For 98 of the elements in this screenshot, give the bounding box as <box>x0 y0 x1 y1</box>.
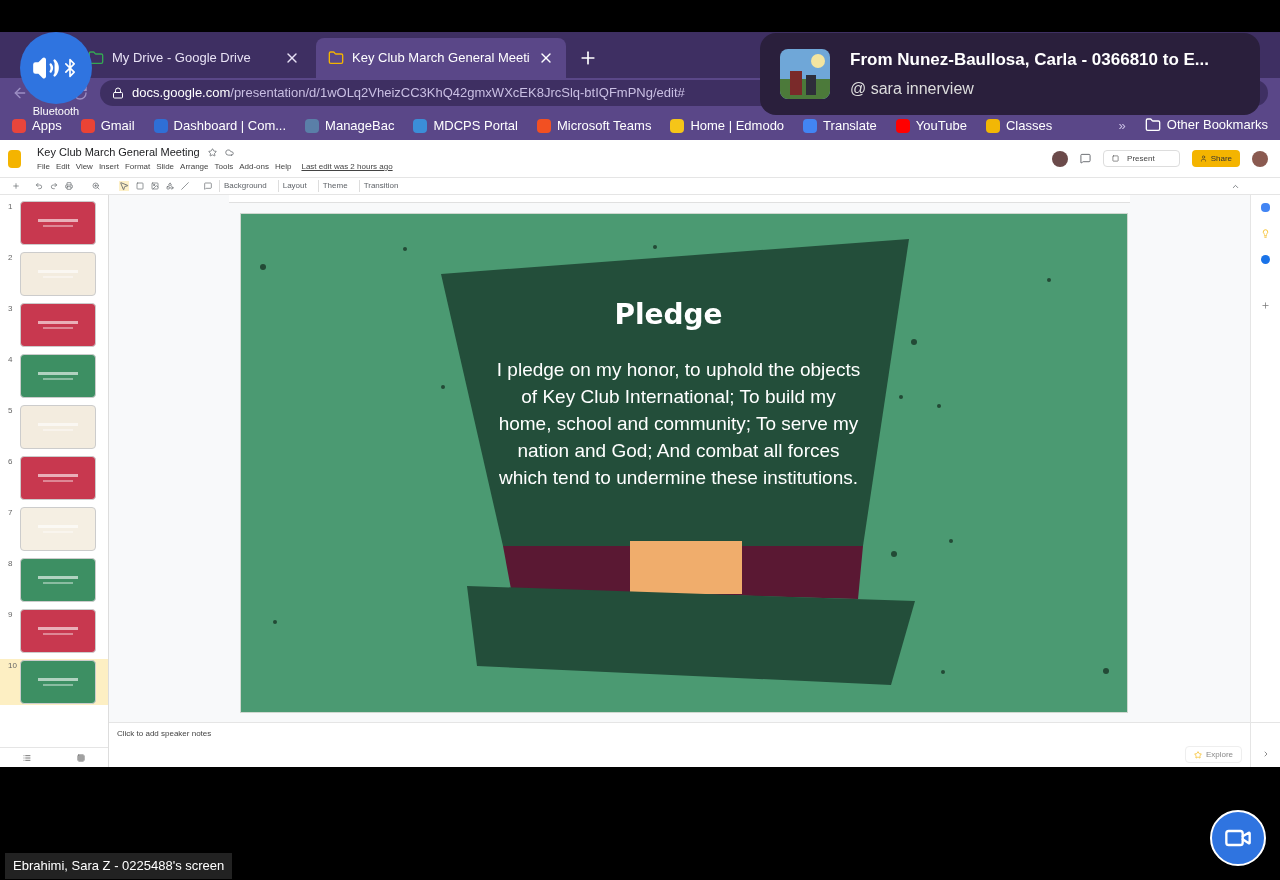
slide-number: 1 <box>8 201 14 213</box>
thumbnail-row[interactable]: 6 <box>0 455 108 501</box>
thumbnail-row[interactable]: 2 <box>0 251 108 297</box>
slide-number: 6 <box>8 456 14 468</box>
notification-title: From Nunez-Baullosa, Carla - 0366810 to E... <box>850 49 1209 72</box>
share-button[interactable]: Share <box>1191 150 1240 167</box>
bookmark[interactable]: Home | Edmodo <box>670 119 785 133</box>
slide-number: 4 <box>8 354 14 366</box>
toolbar-button[interactable]: Background <box>219 180 271 192</box>
explore-button[interactable]: Explore <box>1184 746 1242 763</box>
tab-favicon-icon <box>328 50 344 66</box>
slide-number: 2 <box>8 252 14 264</box>
slide-thumbnail[interactable] <box>20 609 96 653</box>
comment-icon[interactable] <box>1080 153 1092 164</box>
shape-icon[interactable] <box>166 182 174 190</box>
thumbnail-row[interactable]: 3 <box>0 302 108 348</box>
other-bookmarks[interactable]: Other Bookmarks <box>1144 117 1268 133</box>
print-icon[interactable] <box>65 182 73 190</box>
present-button[interactable]: Present <box>1103 150 1180 167</box>
url-text: docs.google.com/presentation/d/1wOLq2VheizCC3KhQ42gmxWXcEK8JrcSlq-btIQFmPNg/edit# <box>132 84 685 103</box>
folder-icon <box>1144 117 1161 133</box>
slide-thumbnail[interactable] <box>20 456 96 500</box>
new-slide-icon[interactable] <box>12 182 20 190</box>
back-icon[interactable] <box>12 85 28 101</box>
avatar-icon <box>1052 150 1069 167</box>
slide-thumbnail[interactable] <box>20 558 96 602</box>
menu-item[interactable]: Insert <box>98 160 119 173</box>
menu-item[interactable]: Add-ons <box>239 160 269 173</box>
comment-icon[interactable] <box>204 182 212 190</box>
star-icon[interactable] <box>207 148 217 157</box>
thumbnail-row[interactable]: 8 <box>0 557 108 603</box>
keep-icon[interactable] <box>1261 229 1270 238</box>
slide-thumbnail[interactable] <box>20 660 96 704</box>
lock-icon <box>112 87 124 99</box>
menu-item[interactable]: Tools <box>214 160 234 173</box>
menu-item[interactable]: Slide <box>156 160 175 173</box>
slide-heading: Pledge <box>614 297 723 333</box>
toolbar-button[interactable]: Layout <box>277 180 311 192</box>
thumbnail-row[interactable]: 4 <box>0 353 108 399</box>
bookmark[interactable]: YouTube <box>895 119 967 133</box>
slide-thumbnail[interactable] <box>20 507 96 551</box>
camera-button[interactable] <box>1210 810 1266 866</box>
toolbar-button[interactable]: Theme <box>317 180 352 192</box>
account-avatar-icon <box>1252 150 1268 167</box>
more-bookmarks-link[interactable]: » <box>1118 119 1126 133</box>
slide-number: 7 <box>8 507 14 519</box>
thumbnail-row[interactable]: 9 <box>0 608 108 654</box>
bookmark[interactable]: Apps <box>12 119 62 133</box>
redo-icon[interactable] <box>50 182 58 190</box>
menu-item[interactable]: File <box>37 160 50 173</box>
speaker-notes-placeholder[interactable]: Click to add speaker notes <box>117 728 1250 740</box>
slide-thumbnail[interactable] <box>20 354 96 398</box>
menu-item[interactable]: Arrange <box>180 160 209 173</box>
zoom-icon[interactable] <box>92 182 100 190</box>
menu-item[interactable]: Edit <box>55 160 70 173</box>
add-on-icon[interactable] <box>1261 301 1270 310</box>
bluetooth-label: Bluetooth <box>32 105 80 117</box>
bookmark[interactable]: Microsoft Teams <box>537 119 652 133</box>
slide-number: 8 <box>8 558 14 570</box>
menu-item[interactable]: Format <box>124 160 151 173</box>
slide-thumbnail[interactable] <box>20 201 96 245</box>
slide-number: 3 <box>8 303 14 315</box>
notification-subtitle: @ sara innerview <box>850 78 975 99</box>
slide-number: 9 <box>8 609 14 621</box>
thumbnail-row[interactable]: 1 <box>0 200 108 246</box>
document-title: Key Club March General Meeting <box>37 145 200 161</box>
slide-number: 5 <box>8 405 14 417</box>
slide-thumbnail[interactable] <box>20 303 96 347</box>
browser-tab[interactable]: Key Club March General Meeti <box>316 38 566 78</box>
last-edit-link[interactable]: Last edit was 2 hours ago <box>301 160 393 173</box>
text-box-icon[interactable] <box>136 182 144 190</box>
line-icon[interactable] <box>181 182 189 190</box>
menu-item[interactable]: Help <box>275 160 292 173</box>
filmstrip-view-icon[interactable] <box>23 753 31 762</box>
bookmark[interactable]: MDCPS Portal <box>413 119 518 133</box>
bookmark[interactable]: Gmail <box>80 119 135 133</box>
bookmark[interactable]: ManageBac <box>305 119 395 133</box>
screen-share-caption: Ebrahimi, Sara Z - 0225488's screen <box>5 853 233 879</box>
slide-number: 10 <box>8 660 18 672</box>
present-icon <box>1112 155 1120 162</box>
bookmark[interactable]: Classes <box>985 119 1053 133</box>
select-icon[interactable] <box>119 181 129 191</box>
slide-thumbnail[interactable] <box>20 405 96 449</box>
bookmark[interactable]: Translate <box>803 119 877 133</box>
bookmark[interactable]: Dashboard | Com... <box>153 119 287 133</box>
undo-icon[interactable] <box>35 182 43 190</box>
slide-body-text: I pledge on my honor, to uphold the objects of Key Club International; To build my home, school and community; To serve my nation and God; And combat all forces which tend to undermine these institutions. <box>495 358 862 490</box>
image-icon[interactable] <box>151 182 159 190</box>
person-icon <box>1199 155 1207 162</box>
thumbnail-row[interactable]: 7 <box>0 506 108 552</box>
slides-logo-icon <box>8 149 21 168</box>
slide-thumbnail[interactable] <box>20 252 96 296</box>
explore-icon <box>1193 750 1202 759</box>
menu-item[interactable]: View <box>75 160 93 173</box>
cloud-icon <box>224 148 234 157</box>
toolbar-button[interactable]: Transition <box>358 180 403 192</box>
thumbnail-row[interactable]: 10 <box>0 659 108 705</box>
thumbnail-row[interactable]: 5 <box>0 404 108 450</box>
